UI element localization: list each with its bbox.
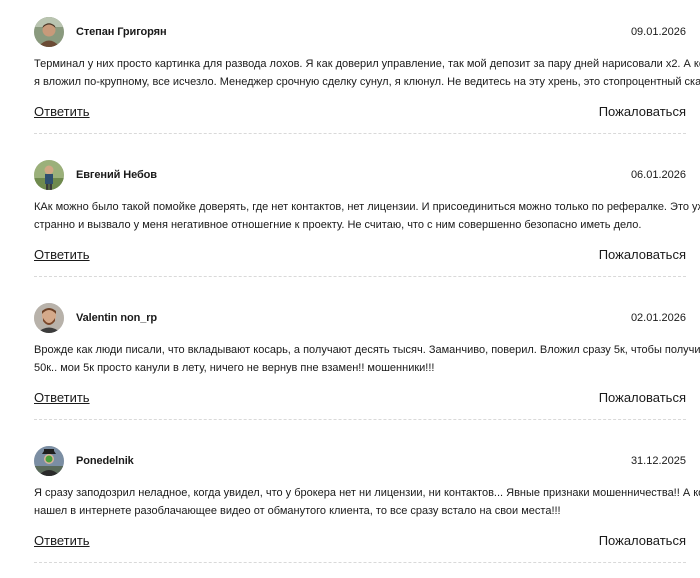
comment-text: Врожде как люди писали, что вкладывают к… <box>34 341 700 377</box>
comment-text-line: странно и вызвало у меня негативное отно… <box>34 219 642 231</box>
comments-list: Степан Григорян 09.01.2026 Терминал у ни… <box>34 0 700 572</box>
comment-actions: Ответить Пожаловаться <box>34 247 686 269</box>
comment-actions: Ответить Пожаловаться <box>34 104 686 126</box>
comment-date: 02.01.2026 <box>630 312 686 324</box>
comment-text-line: нашел в интернете разоблачающее видео от… <box>34 505 561 517</box>
avatar <box>34 446 64 476</box>
comment-header: Степан Григорян 09.01.2026 <box>34 17 686 49</box>
comment-date: 31.12.2025 <box>630 455 686 467</box>
comment-header: Ponedelnik 31.12.2025 <box>34 446 686 478</box>
comment-header: Valentin non_rp 02.01.2026 <box>34 303 686 335</box>
comment-item: Евгений Небов 06.01.2026 КАк можно было … <box>34 143 700 286</box>
comment-item: Ponedelnik 31.12.2025 Я сразу заподозрил… <box>34 429 700 572</box>
comment-date: 09.01.2026 <box>630 26 686 38</box>
avatar <box>34 160 64 190</box>
comment-text-line: Я сразу заподозрил неладное, когда увиде… <box>34 487 700 499</box>
report-link[interactable]: Пожаловаться <box>599 533 686 548</box>
comment-text-line: Терминал у них просто картинка для разво… <box>34 58 700 70</box>
comment-text: КАк можно было такой помойке доверять, г… <box>34 198 700 234</box>
comment-text: Я сразу заподозрил неладное, когда увиде… <box>34 484 700 520</box>
comment-divider <box>34 562 686 563</box>
report-link[interactable]: Пожаловаться <box>599 247 686 262</box>
comment-text: Терминал у них просто картинка для разво… <box>34 55 700 91</box>
comment-divider <box>34 276 686 277</box>
comment-text-line: КАк можно было такой помойке доверять, г… <box>34 201 700 213</box>
reply-link[interactable]: Ответить <box>34 247 90 262</box>
comment-date: 06.01.2026 <box>630 169 686 181</box>
report-link[interactable]: Пожаловаться <box>599 390 686 405</box>
comment-divider <box>34 133 686 134</box>
reply-link[interactable]: Ответить <box>34 104 90 119</box>
comment-text-line: я вложил по-крупному, все исчезло. Менед… <box>34 76 700 88</box>
avatar <box>34 303 64 333</box>
comment-author: Степан Григорян <box>76 26 167 38</box>
comment-author: Ponedelnik <box>76 455 134 467</box>
comment-author: Valentin non_rp <box>76 312 158 324</box>
comment-text-line: 50к.. мои 5к просто канули в лету, ничег… <box>34 362 435 374</box>
report-link[interactable]: Пожаловаться <box>599 104 686 119</box>
comment-divider <box>34 419 686 420</box>
reply-link[interactable]: Ответить <box>34 533 90 548</box>
comment-text-line: Врожде как люди писали, что вкладывают к… <box>34 344 700 356</box>
comment-item: Valentin non_rp 02.01.2026 Врожде как лю… <box>34 286 700 429</box>
comment-actions: Ответить Пожаловаться <box>34 390 686 412</box>
comment-item: Степан Григорян 09.01.2026 Терминал у ни… <box>34 0 700 143</box>
comment-header: Евгений Небов 06.01.2026 <box>34 160 686 192</box>
avatar <box>34 17 64 47</box>
comment-actions: Ответить Пожаловаться <box>34 533 686 555</box>
comment-author: Евгений Небов <box>76 169 157 181</box>
reply-link[interactable]: Ответить <box>34 390 90 405</box>
